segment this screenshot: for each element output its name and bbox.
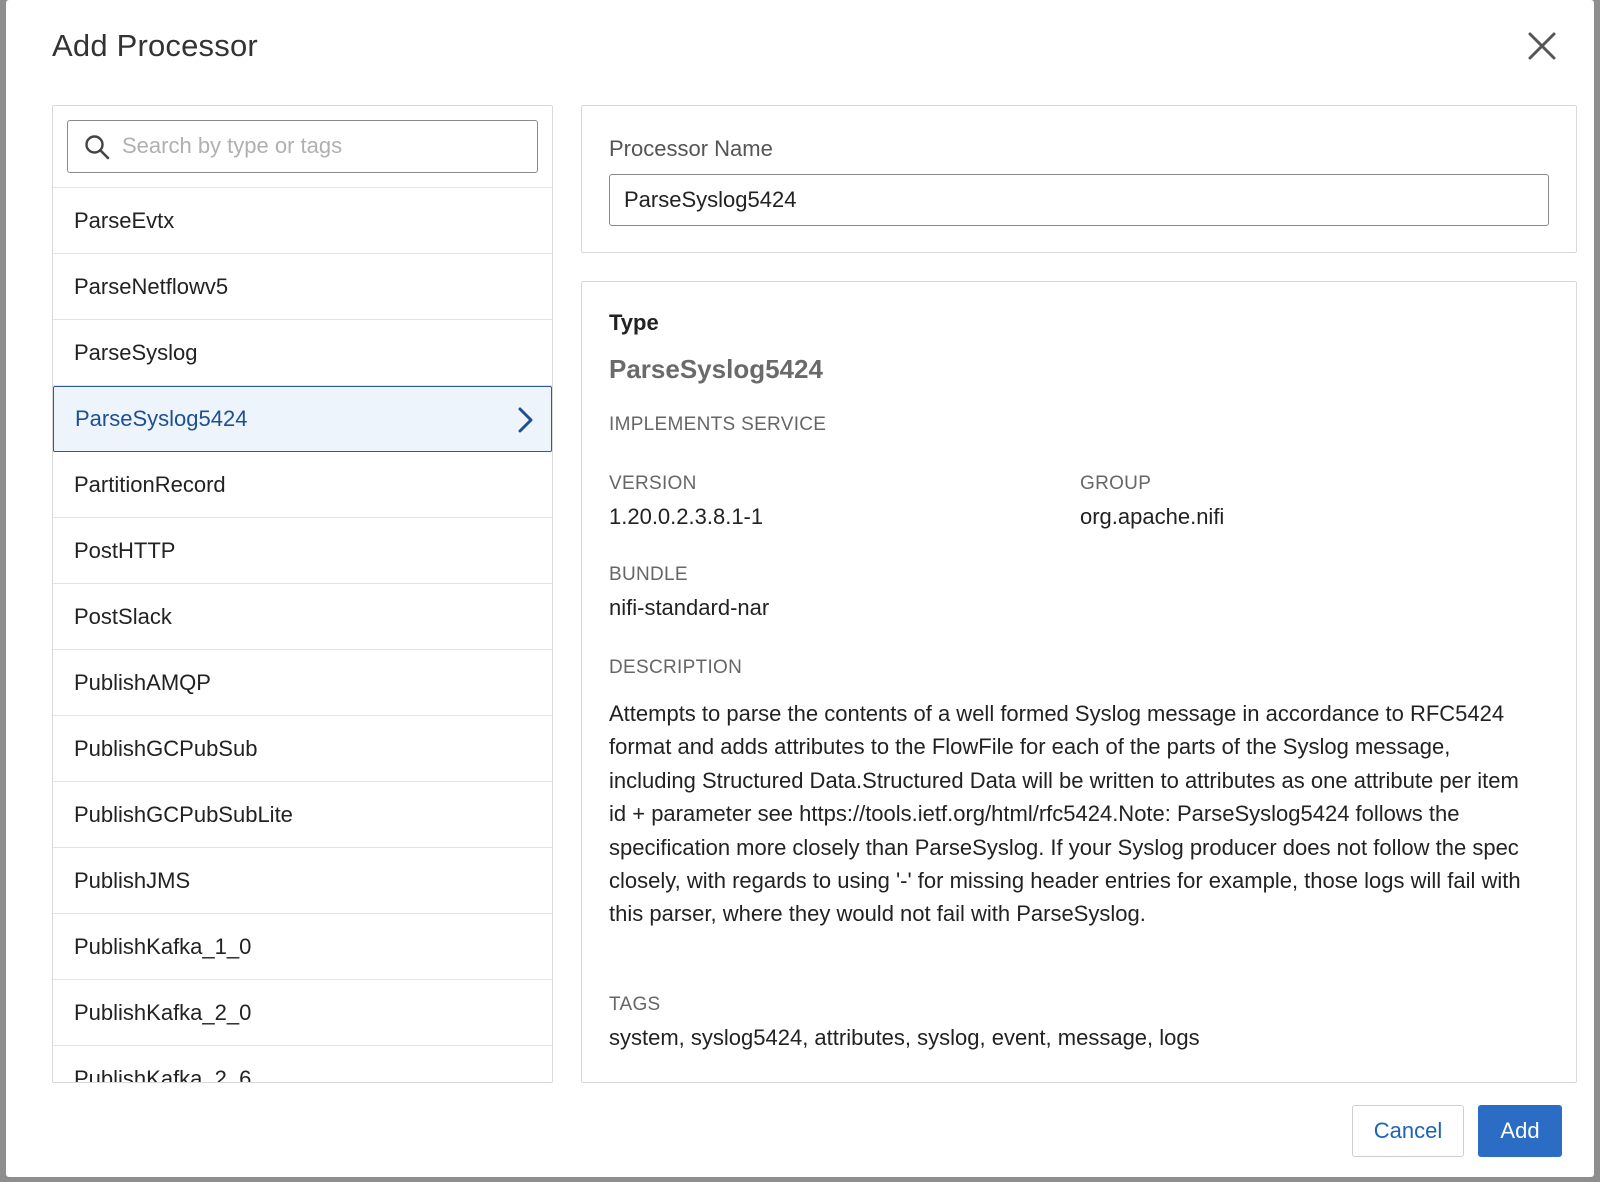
list-item-label: PublishGCPubSub (74, 735, 258, 761)
list-item[interactable]: PostHTTP (53, 518, 552, 584)
processor-name-input[interactable] (609, 174, 1549, 226)
list-item-label: ParseNetflowv5 (74, 273, 229, 299)
list-item-label: PublishAMQP (74, 669, 211, 695)
list-item-label: PublishKafka_2_6 (74, 1065, 252, 1083)
list-item[interactable]: PublishKafka_2_0 (53, 980, 552, 1046)
list-item[interactable]: ParseSyslog5424 (53, 386, 552, 452)
list-item-label: ParseSyslog (74, 339, 198, 365)
list-item-label: PublishKafka_1_0 (74, 933, 252, 959)
list-item-label: ParseEvtx (74, 207, 175, 233)
group-label: GROUP (1080, 473, 1152, 494)
chevron-right-icon (518, 407, 533, 433)
version-label: VERSION (609, 473, 697, 494)
search-box[interactable] (67, 120, 538, 173)
search-icon (85, 135, 110, 160)
bundle-value: nifi-standard-nar (609, 595, 770, 620)
add-button[interactable]: Add (1478, 1105, 1562, 1157)
search-area (53, 106, 552, 188)
version-value: 1.20.0.2.3.8.1-1 (609, 504, 764, 529)
list-item[interactable]: ParseEvtx (53, 188, 552, 254)
processor-details-panel: Type ParseSyslog5424 IMPLEMENTS SERVICE … (581, 281, 1577, 1083)
type-value: ParseSyslog5424 (609, 354, 823, 384)
list-item-label: PublishJMS (74, 867, 191, 893)
list-item[interactable]: PartitionRecord (53, 452, 552, 518)
search-input[interactable] (120, 127, 520, 165)
close-icon (1528, 32, 1556, 60)
list-item-label: PostSlack (74, 603, 172, 629)
processor-list: ParseEvtx ParseNetflowv5 ParseSyslog ParseS… (53, 188, 552, 1083)
type-label: Type (609, 310, 659, 335)
cancel-button[interactable]: Cancel (1352, 1105, 1464, 1157)
processor-name-panel: Processor Name (581, 105, 1577, 253)
list-item-label: PublishKafka_2_0 (74, 999, 252, 1025)
processor-name-label: Processor Name (609, 136, 773, 161)
dialog-title: Add Processor (52, 28, 258, 63)
description-value: Attempts to parse the contents of a well… (609, 701, 1521, 927)
list-item-label: ParseSyslog5424 (75, 406, 248, 431)
list-item-label: PublishGCPubSubLite (74, 801, 293, 827)
list-item-label: PartitionRecord (74, 471, 226, 497)
tags-value: system, syslog5424, attributes, syslog, … (609, 1025, 1200, 1050)
list-item-label: PostHTTP (74, 537, 176, 563)
tags-label: TAGS (609, 994, 661, 1015)
list-item[interactable]: PublishGCPubSubLite (53, 782, 552, 848)
list-item[interactable]: PublishKafka_1_0 (53, 914, 552, 980)
list-item[interactable]: PublishAMQP (53, 650, 552, 716)
description-label: DESCRIPTION (609, 657, 743, 678)
list-item[interactable]: ParseNetflowv5 (53, 254, 552, 320)
list-item[interactable]: ParseSyslog (53, 320, 552, 386)
implements-service-label: IMPLEMENTS SERVICE (609, 414, 827, 435)
list-item[interactable]: PostSlack (53, 584, 552, 650)
list-item[interactable]: PublishGCPubSub (53, 716, 552, 782)
list-item[interactable]: PublishKafka_2_6 (53, 1046, 552, 1083)
processor-list-panel: ParseEvtx ParseNetflowv5 ParseSyslog ParseS… (52, 105, 553, 1083)
close-button[interactable] (1522, 26, 1562, 66)
list-item[interactable]: PublishJMS (53, 848, 552, 914)
group-value: org.apache.nifi (1080, 504, 1225, 529)
add-processor-dialog: Add Processor ParseEvtxParseNetflowv5Par… (6, 0, 1594, 1177)
bundle-label: BUNDLE (609, 564, 688, 585)
